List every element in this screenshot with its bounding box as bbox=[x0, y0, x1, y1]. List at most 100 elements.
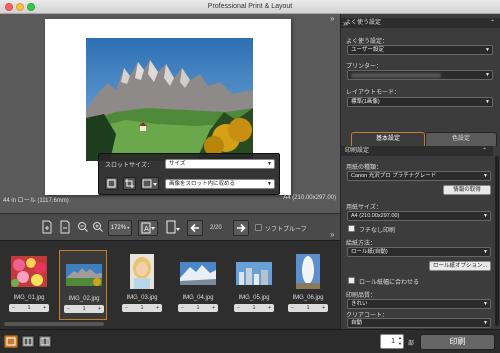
layout-mode-label: レイアウトモード： bbox=[346, 90, 401, 96]
window-title: Professional Print & Layout bbox=[207, 3, 293, 10]
paper-size-select[interactable]: A4 (210.00x297.00) ▼ bbox=[347, 211, 491, 221]
minus-icon[interactable]: − bbox=[237, 304, 240, 312]
double-chevron-right-icon[interactable]: » bbox=[343, 20, 347, 28]
thumbnail-item[interactable]: IMG_04.jpg − 1 + bbox=[174, 250, 222, 320]
minus-icon[interactable]: − bbox=[181, 304, 184, 312]
minus-icon[interactable]: − bbox=[291, 304, 294, 312]
view-mode-split-button[interactable] bbox=[21, 335, 35, 348]
tab-color-label: 色設定 bbox=[451, 136, 470, 142]
minus-icon[interactable]: − bbox=[67, 305, 70, 313]
zoom-out-icon bbox=[78, 222, 88, 232]
thumbnail-image bbox=[66, 264, 102, 286]
zoom-out-button[interactable] bbox=[76, 220, 90, 236]
thumbnail-scrollbar[interactable] bbox=[4, 322, 104, 326]
favorites-header[interactable]: よく使う設定 ⌃ bbox=[341, 18, 500, 28]
bottom-bar: 1 ▲ ▼ 部 印刷 bbox=[0, 329, 500, 353]
copy-stepper[interactable]: − 1 + bbox=[288, 304, 328, 312]
roll-paper-options-button[interactable]: ロール紙オプション... bbox=[429, 261, 491, 271]
minimize-window-button[interactable] bbox=[16, 3, 24, 11]
favorites-select[interactable]: ユーザー設定 ▼ bbox=[347, 45, 493, 55]
favorites-value: ユーザー設定 bbox=[351, 47, 384, 53]
thumbnail-item[interactable]: IMG_01.jpg − 1 + bbox=[5, 250, 53, 320]
print-quality-label: 印刷品質： bbox=[346, 293, 377, 299]
tab-basic-settings[interactable]: 基本設定 bbox=[351, 132, 425, 146]
copy-stepper[interactable]: − 1 + bbox=[234, 304, 274, 312]
view-mode-list-button[interactable] bbox=[38, 335, 52, 348]
thumbnail-item[interactable]: IMG_06.jpg − 1 + bbox=[284, 250, 332, 320]
previous-page-button[interactable] bbox=[187, 220, 203, 236]
plus-icon[interactable]: + bbox=[43, 304, 46, 312]
view-mode-single-button[interactable] bbox=[4, 335, 18, 348]
plus-icon[interactable]: + bbox=[98, 305, 101, 313]
crop-button[interactable] bbox=[123, 177, 136, 190]
paper-source-select[interactable]: ロール紙(自動) ▼ bbox=[347, 247, 491, 257]
plus-icon[interactable]: + bbox=[156, 304, 159, 312]
clear-coat-select[interactable]: 自動 ▼ bbox=[347, 318, 491, 328]
page-menu-button[interactable] bbox=[163, 220, 183, 236]
zoom-in-button[interactable] bbox=[91, 220, 105, 236]
thumbnail-image bbox=[180, 262, 216, 285]
remove-image-button[interactable] bbox=[58, 220, 72, 236]
copies-unit: 部 bbox=[408, 341, 415, 347]
minus-icon[interactable]: − bbox=[125, 304, 128, 312]
favorites-header-label: よく使う設定 bbox=[345, 20, 382, 26]
minus-icon[interactable]: − bbox=[12, 304, 15, 312]
copy-stepper[interactable]: − 1 + bbox=[64, 305, 104, 313]
roll-paper-options-label: ロール紙オプション... bbox=[432, 263, 488, 269]
zoom-level-select[interactable]: 172% ▾ bbox=[108, 220, 132, 236]
chevron-down-icon: ▼ bbox=[483, 301, 488, 307]
zoom-window-button[interactable] bbox=[27, 3, 35, 11]
stepper-arrows-icon[interactable]: ▲ ▼ bbox=[398, 335, 402, 347]
text-tool-button[interactable]: A bbox=[138, 220, 158, 236]
borderless-checkbox[interactable] bbox=[348, 225, 355, 232]
slot-size-select[interactable]: サイズ ▼ bbox=[165, 159, 275, 169]
print-quality-select[interactable]: きれい ▼ bbox=[347, 299, 491, 309]
layout-mode-select[interactable]: 標準(1画像) ▼ bbox=[347, 97, 493, 107]
remove-page-icon bbox=[60, 220, 70, 234]
thumbnail-filename: IMG_06.jpg bbox=[292, 295, 324, 301]
copy-count: 1 bbox=[27, 305, 31, 311]
media-type-select[interactable]: Canon 光沢プロ プラチナグレード ▼ bbox=[347, 171, 491, 181]
thumbnail-item-selected[interactable]: IMG_02.jpg − 1 + bbox=[59, 250, 107, 320]
print-settings-header[interactable]: 印刷設定 ⌃ bbox=[341, 146, 493, 156]
copy-count: 1 bbox=[140, 305, 144, 311]
preview-area: » スロットサイズ： サイズ ▼ 画像をスロット内に収める ▼ 44 in ロー… bbox=[0, 14, 340, 213]
plus-icon[interactable]: + bbox=[268, 304, 271, 312]
arrow-right-icon bbox=[237, 223, 246, 233]
slot-size-value: サイズ bbox=[169, 161, 186, 167]
next-page-button[interactable] bbox=[233, 220, 249, 236]
fit-roll-width-checkbox[interactable] bbox=[348, 277, 355, 284]
favorites-label: よく使う設定： bbox=[346, 39, 389, 45]
fit-mode-select[interactable]: 画像をスロット内に収める ▼ bbox=[165, 179, 275, 189]
mountain-photo[interactable] bbox=[86, 38, 253, 161]
close-window-button[interactable] bbox=[5, 3, 13, 11]
printer-select[interactable]: ▼ bbox=[347, 70, 493, 80]
copies-input[interactable]: 1 ▲ ▼ bbox=[380, 334, 404, 349]
double-chevron-down-icon[interactable]: » bbox=[330, 231, 334, 239]
print-button[interactable]: 印刷 bbox=[420, 334, 495, 350]
copy-stepper[interactable]: − 1 + bbox=[9, 304, 49, 312]
paper-source-label: 給紙方法： bbox=[346, 241, 377, 247]
double-chevron-right-icon[interactable]: » bbox=[330, 15, 334, 23]
frame-button[interactable] bbox=[105, 177, 118, 190]
paper-size-label: 用紙サイズ： bbox=[346, 205, 382, 211]
plus-icon[interactable]: + bbox=[212, 304, 215, 312]
image-options-button[interactable] bbox=[141, 177, 159, 190]
clear-coat-value: 自動 bbox=[351, 320, 363, 326]
slot-settings-popup: スロットサイズ： サイズ ▼ 画像をスロット内に収める ▼ bbox=[98, 153, 280, 195]
fit-mode-value: 画像をスロット内に収める bbox=[169, 181, 236, 187]
copy-stepper[interactable]: − 1 + bbox=[178, 304, 218, 312]
chevron-down-icon: ▼ bbox=[483, 320, 488, 326]
fit-roll-width-label: ロール紙幅に合わせる bbox=[359, 280, 420, 286]
panel-scrollbar[interactable] bbox=[495, 156, 499, 326]
thumbnail-item[interactable]: IMG_05.jpg − 1 + bbox=[230, 250, 278, 320]
softproof-checkbox[interactable] bbox=[255, 224, 262, 231]
copy-stepper[interactable]: − 1 + bbox=[122, 304, 162, 312]
get-info-button[interactable]: 情報の取得 bbox=[443, 185, 491, 195]
chevron-down-icon: ▼ bbox=[485, 72, 490, 78]
plus-icon[interactable]: + bbox=[322, 304, 325, 312]
tab-color-settings[interactable]: 色設定 bbox=[425, 132, 497, 146]
grid-view-icon bbox=[40, 337, 50, 346]
add-image-button[interactable] bbox=[40, 220, 54, 236]
thumbnail-item[interactable]: IMG_03.jpg − 1 + bbox=[118, 250, 166, 320]
